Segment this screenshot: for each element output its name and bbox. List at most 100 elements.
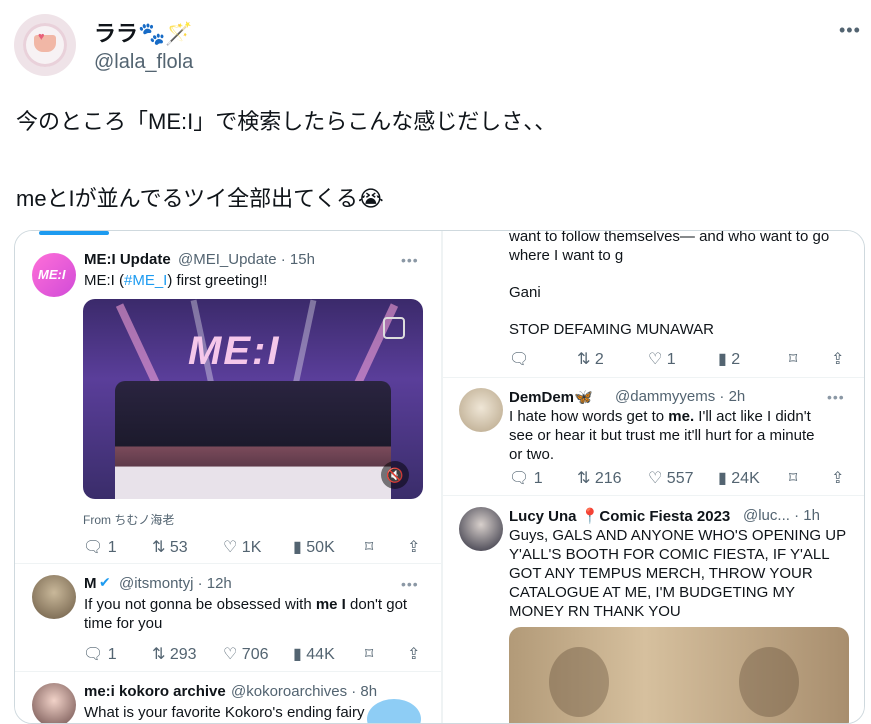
user-avatar[interactable] xyxy=(32,683,76,723)
tweet-author-name[interactable]: M xyxy=(84,575,97,592)
tweet-text: If you not gonna be obsessed with me I d… xyxy=(84,595,407,614)
like-button[interactable]: ♡ 1K xyxy=(223,537,261,557)
hashtag-link[interactable]: #ME_I xyxy=(124,272,167,289)
bookmark-icon[interactable]: ⌑ xyxy=(365,537,373,557)
reply-button[interactable]: 🗨 xyxy=(509,349,529,369)
tweet-text-part: I'll act like I didn't xyxy=(694,408,811,425)
tweet-more-icon[interactable]: ••• xyxy=(827,389,845,405)
retweet-icon: ⇅ xyxy=(152,539,166,556)
bar-chart-icon: ▮ xyxy=(718,470,727,487)
like-button[interactable]: ♡ 706 xyxy=(223,644,269,664)
retweet-count: 293 xyxy=(169,646,197,663)
tweet-text-line: or two. xyxy=(509,446,555,463)
verified-badge-icon: ✔ xyxy=(99,574,111,590)
share-icon[interactable]: ⇪ xyxy=(831,349,844,369)
tweet-text-line2: meとIが並んでるツイ全部出てくる😭 xyxy=(16,186,384,211)
like-button[interactable]: ♡ 557 xyxy=(648,468,694,488)
tweet-text-line: GOT ANY TEMPUS MERCH, THROW YOUR xyxy=(509,565,813,582)
profile-avatar[interactable]: ♥ xyxy=(14,14,76,76)
bar-chart-icon: ▮ xyxy=(293,646,302,663)
tweet-text-line1: 今のところ「ME:I」で検索したらこんな感じだしさ、、 xyxy=(16,109,557,134)
meI-update-avatar[interactable]: ME:I xyxy=(32,253,76,297)
user-avatar[interactable] xyxy=(459,507,503,551)
like-count: 557 xyxy=(666,470,694,487)
bookmark-icon[interactable]: ⌑ xyxy=(789,468,797,488)
tweet-author-name[interactable]: Lucy Una 📍Comic Fiesta 2023 xyxy=(509,507,730,525)
tweet-text-part: I hate how words get to xyxy=(509,408,669,425)
views-button[interactable]: ▮ 2 xyxy=(718,349,740,369)
tweet-author-name[interactable]: DemDem🦋 xyxy=(509,388,593,406)
tweet-author-handle[interactable]: @MEI_Update · 15h xyxy=(178,251,315,268)
embedded-screenshot[interactable]: ME:I ME:I Update @MEI_Update · 15h ••• M… xyxy=(14,230,865,724)
views-button[interactable]: ▮ 44K xyxy=(293,644,335,664)
retweet-icon: ⇅ xyxy=(577,351,591,368)
tweet-author-name[interactable]: ME:I Update xyxy=(84,251,171,268)
tweet-text-highlight: me I xyxy=(315,596,346,613)
reply-count: 1 xyxy=(107,539,117,556)
divider xyxy=(443,377,864,378)
tweet-text-highlight: me. xyxy=(668,408,695,425)
like-count: 1 xyxy=(666,351,676,368)
tweet-text-line: Gani xyxy=(509,284,541,301)
picture-in-picture-icon[interactable] xyxy=(383,317,405,339)
author-handle[interactable]: @lala_flola xyxy=(94,51,193,74)
view-count: 44K xyxy=(306,646,335,663)
author-display-name[interactable]: ララ🐾🪄 xyxy=(94,16,193,48)
tweet-more-icon[interactable]: ••• xyxy=(401,252,419,268)
reply-icon: 🗨 xyxy=(509,470,530,487)
retweet-button[interactable]: ⇅ 293 xyxy=(152,644,197,664)
tweet-text-part: If you not gonna be obsessed with xyxy=(84,596,316,613)
tweet-text-line: Guys, GALS AND ANYONE WHO'S OPENING UP xyxy=(509,527,847,544)
user-avatar[interactable] xyxy=(459,388,503,432)
reply-button[interactable]: 🗨 1 xyxy=(83,644,117,664)
tweet-author-name[interactable]: me:i kokoro archive xyxy=(84,683,226,700)
retweet-button[interactable]: ⇅ 216 xyxy=(577,468,622,488)
tweet-image[interactable] xyxy=(509,627,849,723)
view-count: 50K xyxy=(306,539,335,556)
heart-icon: ♡ xyxy=(648,351,663,368)
retweet-count: 2 xyxy=(594,351,604,368)
views-button[interactable]: ▮ 24K xyxy=(718,468,760,488)
user-avatar[interactable] xyxy=(32,575,76,619)
like-count: 706 xyxy=(241,646,269,663)
tweet-text-line: see or hear it but trust me it'll hurt f… xyxy=(509,427,815,444)
tweet-text-part: don't got xyxy=(345,596,408,613)
divider xyxy=(443,495,864,496)
retweet-button[interactable]: ⇅ 2 xyxy=(577,349,604,369)
reply-icon: 🗨 xyxy=(83,646,104,663)
heart-icon: ♡ xyxy=(223,646,238,663)
meI-logo: ME:I xyxy=(38,267,66,282)
tweet-more-icon[interactable]: ••• xyxy=(401,576,419,592)
video-player[interactable]: ME:I 🔇 xyxy=(83,299,423,499)
retweet-button[interactable]: ⇅ 53 xyxy=(152,537,188,557)
mute-icon[interactable]: 🔇 xyxy=(381,461,409,489)
more-options-icon[interactable]: ••• xyxy=(839,20,861,41)
tweet-author-handle[interactable]: @dammyyems · 2h xyxy=(615,388,745,405)
like-button[interactable]: ♡ 1 xyxy=(648,349,676,369)
share-icon[interactable]: ⇪ xyxy=(407,644,420,664)
retweet-count: 216 xyxy=(594,470,622,487)
tweet-author-handle[interactable]: @luc... · 1h xyxy=(743,507,820,524)
tweet-text-part: ME:I ( xyxy=(84,272,124,289)
right-timeline: want to follow themselves— and who want … xyxy=(443,231,864,723)
left-timeline: ME:I ME:I Update @MEI_Update · 15h ••• M… xyxy=(15,231,441,723)
reply-button[interactable]: 🗨 1 xyxy=(509,468,543,488)
video-attribution: From ちむノ海老 xyxy=(83,513,175,527)
views-button[interactable]: ▮ 50K xyxy=(293,537,335,557)
tweet-text-line: want to follow themselves— and who want … xyxy=(509,231,830,245)
divider xyxy=(15,563,441,564)
tweet-author-handle[interactable]: @kokoroarchives · 8h xyxy=(231,683,377,700)
reply-icon: 🗨 xyxy=(83,539,104,556)
share-icon[interactable]: ⇪ xyxy=(831,468,844,488)
tweet-text: ME:I (#ME_I) first greeting!! xyxy=(84,271,267,290)
view-count: 2 xyxy=(731,351,741,368)
tweet-text-line: What is your favorite Kokoro's ending fa… xyxy=(84,704,365,721)
bookmark-icon[interactable]: ⌑ xyxy=(789,349,797,369)
tweet-author-handle[interactable]: @itsmontyj · 12h xyxy=(119,575,232,592)
scroll-to-top-button[interactable] xyxy=(367,699,421,723)
share-icon[interactable]: ⇪ xyxy=(407,537,420,557)
bookmark-icon[interactable]: ⌑ xyxy=(365,644,373,664)
tweet-text-line: time for you xyxy=(84,615,163,632)
reply-button[interactable]: 🗨 1 xyxy=(83,537,117,557)
retweet-icon: ⇅ xyxy=(577,470,591,487)
